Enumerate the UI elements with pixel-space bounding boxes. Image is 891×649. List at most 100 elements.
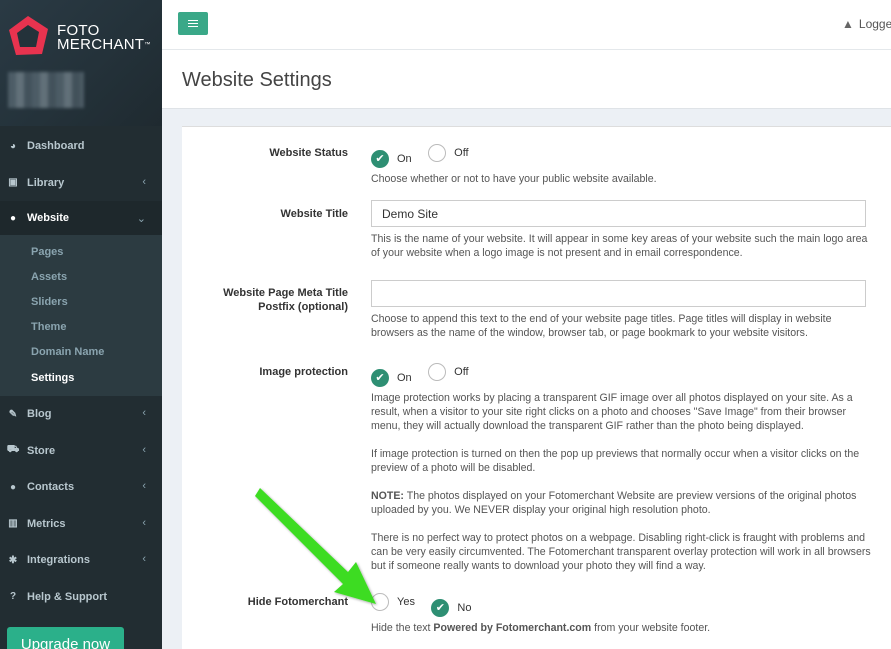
page-title: Website Settings <box>182 69 332 91</box>
meta-title-label-line1: Website Page Meta Title <box>223 287 348 299</box>
website-title-help: This is the name of your website. It wil… <box>371 233 868 259</box>
sidebar-item-label: Help & Support <box>27 590 108 603</box>
logged-in-text: Logge <box>858 17 891 31</box>
brand-area: FOTO MERCHANT™ <box>0 0 162 126</box>
sidebar-item-library[interactable]: ▣ Library ‹ <box>0 165 162 202</box>
checkmark-icon: ✔ <box>371 149 389 168</box>
edit-icon: ✎ <box>8 408 18 420</box>
radio-label: No <box>457 601 472 614</box>
top-bar: ▲ Logge <box>162 0 891 50</box>
image-protection-on-radio[interactable]: ✔ On <box>371 368 412 387</box>
cog-icon: ✱ <box>8 554 18 566</box>
brand-line-2: MERCHANT <box>57 36 145 53</box>
website-status-label: Website Status <box>269 147 348 159</box>
sidebar-item-label: Store <box>27 444 56 457</box>
submenu-item-assets[interactable]: Assets <box>0 264 162 289</box>
image-protection-help-1: Image protection works by placing a tran… <box>371 391 853 432</box>
question-icon: ? <box>9 591 17 603</box>
checkmark-icon: ✔ <box>431 598 450 617</box>
globe-icon: ● <box>9 212 17 224</box>
website-title-input[interactable] <box>371 200 866 227</box>
website-status-help: Choose whether or not to have your publi… <box>371 172 657 185</box>
cart-icon: ⛟ <box>6 444 20 456</box>
note-label: NOTE: <box>371 489 404 502</box>
sidebar-item-store[interactable]: ⛟ Store ‹ <box>0 433 162 470</box>
meta-title-help: Choose to append this text to the end of… <box>371 313 832 339</box>
website-title-row: This is the name of your website. It wil… <box>371 200 871 260</box>
image-protection-note: NOTE: The photos displayed on your Fotom… <box>371 489 871 517</box>
sidebar-item-label: Integrations <box>27 554 90 567</box>
sidebar-item-contacts[interactable]: ● Contacts ‹ <box>0 469 162 506</box>
meta-title-row: Choose to append this text to the end of… <box>371 280 871 340</box>
hide-fotomerchant-label: Hide Fotomerchant <box>247 596 348 608</box>
sidebar-nav: ◕ Dashboard ▣ Library ‹ ● Website ⌄ Page… <box>0 128 162 615</box>
radio-label: On <box>397 152 412 165</box>
sidebar-item-help-support[interactable]: ? Help & Support <box>0 579 162 616</box>
trademark: ™ <box>144 42 151 48</box>
chevron-left-icon: ‹ <box>142 516 146 529</box>
sidebar-item-website[interactable]: ● Website ⌄ <box>0 201 162 235</box>
submenu-item-pages[interactable]: Pages <box>0 239 162 264</box>
help-text-pre: Hide the text <box>371 621 434 634</box>
meta-title-label: Website Page Meta Title Postfix (optiona… <box>223 286 348 314</box>
sidebar: FOTO MERCHANT™ ◕ Dashboard ▣ Library ‹ ●… <box>0 0 162 649</box>
radio-label: Yes <box>397 596 415 608</box>
chevron-down-icon: ⌄ <box>136 213 146 225</box>
hide-fotomerchant-row: Yes ✔ No Hide the text Powered by Fotomer… <box>371 593 871 635</box>
checkmark-icon: ✔ <box>371 368 389 387</box>
chevron-left-icon: ‹ <box>142 443 146 456</box>
hamburger-icon <box>188 22 198 25</box>
website-status-on-radio[interactable]: ✔ On <box>371 149 412 168</box>
image-protection-row: ✔ On Off Image protection works by placin… <box>371 363 871 573</box>
sidebar-item-integrations[interactable]: ✱ Integrations ‹ <box>0 542 162 579</box>
image-protection-label: Image protection <box>259 366 348 378</box>
website-status-row: ✔ On Off Choose whether or not to have yo… <box>371 144 871 186</box>
hide-fotomerchant-help: Hide the text Powered by Fotomerchant.co… <box>371 621 871 635</box>
fotomerchant-logo-icon[interactable] <box>6 14 50 58</box>
upgrade-button[interactable]: Upgrade now <box>7 627 124 649</box>
sidebar-item-blog[interactable]: ✎ Blog ‹ <box>0 396 162 433</box>
sidebar-toggle-button[interactable] <box>178 12 208 35</box>
radio-empty-icon <box>428 144 447 162</box>
content-header: Website Settings <box>162 50 891 109</box>
user-icon: ● <box>9 481 17 493</box>
chevron-left-icon: ‹ <box>142 553 146 566</box>
sidebar-item-label: Dashboard <box>27 140 85 153</box>
submenu-item-settings[interactable]: Settings <box>0 365 162 390</box>
note-text: The photos displayed on your Fotomerchan… <box>371 489 857 516</box>
user-menu[interactable]: ▲ Logge <box>842 17 891 31</box>
bar-chart-icon: ▥ <box>8 518 18 530</box>
meta-title-label-line2: Postfix (optional) <box>258 301 348 313</box>
sidebar-item-label: Metrics <box>27 517 66 530</box>
sidebar-item-label: Contacts <box>27 481 75 494</box>
website-submenu: Pages Assets Sliders Theme Domain Name S… <box>0 235 162 397</box>
image-icon: ▣ <box>8 177 18 189</box>
hide-fotomerchant-no-radio[interactable]: ✔ No <box>431 598 472 617</box>
radio-empty-icon <box>428 363 447 381</box>
submenu-item-theme[interactable]: Theme <box>0 315 162 340</box>
warning-icon: ▲ <box>842 17 854 31</box>
image-protection-help-4: There is no perfect way to protect photo… <box>371 531 871 572</box>
sidebar-item-dashboard[interactable]: ◕ Dashboard <box>0 128 162 165</box>
radio-label: Off <box>454 366 469 378</box>
sidebar-item-label: Blog <box>27 408 52 421</box>
image-protection-help-2: If image protection is turned on then th… <box>371 447 860 474</box>
dashboard-icon: ◕ <box>9 140 17 152</box>
brand-name: FOTO MERCHANT™ <box>57 23 151 53</box>
meta-title-postfix-input[interactable] <box>371 280 866 307</box>
radio-label: Off <box>454 147 469 159</box>
sidebar-item-metrics[interactable]: ▥ Metrics ‹ <box>0 506 162 543</box>
hide-fotomerchant-yes-radio[interactable]: Yes <box>371 593 415 611</box>
image-protection-off-radio[interactable]: Off <box>428 363 469 381</box>
chevron-left-icon: ‹ <box>142 407 146 420</box>
chevron-left-icon: ‹ <box>142 175 146 188</box>
submenu-item-domain-name[interactable]: Domain Name <box>0 340 162 365</box>
help-text-post: from your website footer. <box>591 621 711 634</box>
website-status-off-radio[interactable]: Off <box>428 144 469 162</box>
user-panel-blurred <box>8 72 84 108</box>
help-text-bold: Powered by Fotomerchant.com <box>433 621 592 634</box>
sidebar-item-label: Website <box>27 212 69 224</box>
sidebar-item-label: Library <box>27 176 65 189</box>
website-title-label: Website Title <box>280 208 348 220</box>
submenu-item-sliders[interactable]: Sliders <box>0 289 162 314</box>
